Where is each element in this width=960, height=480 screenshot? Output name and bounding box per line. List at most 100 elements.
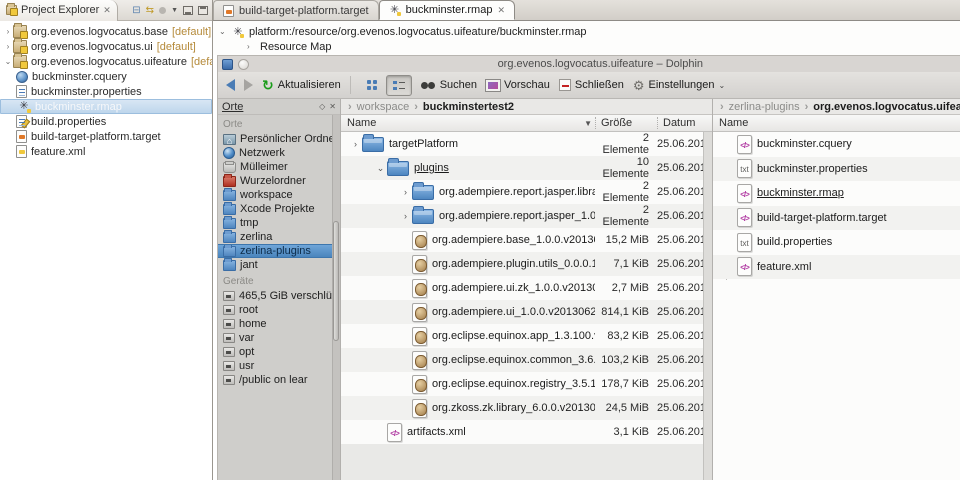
vertical-scrollbar[interactable] (703, 132, 712, 480)
tree-item-properties[interactable]: buckminster.properties (0, 84, 212, 99)
close-icon[interactable]: ✕ (497, 5, 505, 16)
outline-root-row[interactable]: ⌄ ✳ platform:/resource/org.evenos.logvoc… (213, 24, 960, 39)
place-xcode[interactable]: Xcode Projekte (218, 202, 340, 216)
tree-item-build-properties[interactable]: build.properties (0, 114, 212, 129)
close-icon[interactable]: ✕ (103, 5, 111, 16)
breadcrumb-current[interactable]: buckminstertest2 (423, 101, 514, 113)
device-opt[interactable]: opt (218, 345, 340, 359)
column-size[interactable]: Größe (595, 117, 657, 129)
tree-item-ui[interactable]: › org.evenos.logvocatus.ui [default] (0, 39, 212, 54)
expander-icon[interactable]: › (247, 42, 255, 51)
place-tmp[interactable]: tmp (218, 216, 340, 230)
outline-child-row[interactable]: › Resource Map (213, 39, 960, 54)
file-row[interactable]: org.eclipse.equinox.common_3.6.0.v2... 1… (341, 348, 712, 372)
link-with-editor-icon[interactable]: ⇆ (146, 5, 154, 16)
file-row[interactable]: org.adempiere.ui_1.0.0.v20130625-11... 8… (341, 300, 712, 324)
place-network[interactable]: Netzwerk (218, 146, 340, 160)
file-size: 15,2 MiB (595, 234, 657, 246)
file-row[interactable]: org.zkoss.zk.library_6.0.0.v20130625-...… (341, 396, 712, 420)
refresh-button[interactable]: ↻ Aktualisieren (262, 78, 341, 92)
rmap-editor-outline: ⌄ ✳ platform:/resource/org.evenos.logvoc… (213, 21, 960, 55)
tree-item-rmap-selected[interactable]: ✳ buckminster.rmap (0, 99, 212, 114)
places-scrollbar[interactable] (332, 115, 340, 480)
search-button[interactable]: Suchen (421, 79, 477, 91)
tree-item-base[interactable]: › org.evenos.logvocatus.base [default] (0, 24, 212, 39)
device-encrypted[interactable]: 465,5 GiB verschlüsselter C (218, 289, 340, 303)
file-row-target[interactable]: build-target-platform.target (713, 206, 960, 231)
place-trash[interactable]: Mülleimer (218, 160, 340, 174)
device-home[interactable]: home (218, 317, 340, 331)
xml-icon (16, 145, 27, 158)
place-root-folder[interactable]: Wurzelordner (218, 174, 340, 188)
place-home[interactable]: Persönlicher Ordner (218, 132, 340, 146)
file-row-feature-xml[interactable]: feature.xml (713, 255, 960, 280)
tree-item-target[interactable]: build-target-platform.target (0, 129, 212, 144)
place-workspace[interactable]: workspace (218, 188, 340, 202)
forward-icon[interactable] (244, 79, 253, 91)
project-explorer-tab[interactable]: Project Explorer ✕ (0, 0, 118, 21)
tree-item-feature-xml[interactable]: feature.xml (0, 144, 212, 159)
breadcrumb-workspace[interactable]: workspace (357, 101, 410, 113)
breadcrumb-current[interactable]: org.evenos.logvocatus.uifeature (813, 101, 960, 113)
file-row[interactable]: org.eclipse.equinox.registry_3.5.101.R..… (341, 372, 712, 396)
preview-label: Vorschau (504, 79, 550, 91)
minimize-icon[interactable] (183, 6, 193, 15)
file-row-plugins[interactable]: ⌄ plugins 10 Elemente 25.06.2013 1 (341, 156, 712, 180)
target-icon (16, 130, 27, 143)
device-public-lear[interactable]: /public on lear (218, 373, 340, 387)
column-name[interactable]: Name▼ (341, 117, 595, 129)
item-label: buckminster.cquery (32, 71, 127, 83)
collapse-all-icon[interactable]: ⊟ (132, 5, 140, 16)
close-panel-icon[interactable]: ✕ (329, 102, 336, 111)
expander-icon[interactable]: ⌄ (374, 163, 387, 174)
tree-item-uifeature[interactable]: ⌄ org.evenos.logvocatus.uifeature [defau… (0, 54, 212, 69)
device-var[interactable]: var (218, 331, 340, 345)
expander-icon[interactable]: ⌄ (3, 57, 13, 66)
details-view-button[interactable] (386, 75, 412, 96)
item-decoration: [default] (172, 26, 211, 38)
settings-button[interactable]: ⚙ Einstellungen ⌄ (633, 79, 725, 92)
expander-icon[interactable]: › (349, 139, 362, 149)
breadcrumb-zerlina-plugins[interactable]: zerlina-plugins (729, 101, 800, 113)
file-row-cquery[interactable]: buckminster.cquery (713, 132, 960, 157)
column-name[interactable]: Name (713, 117, 960, 129)
icon-view-button[interactable] (360, 75, 386, 96)
file-row[interactable]: org.eclipse.equinox.app_1.3.100.v201... … (341, 324, 712, 348)
sort-descending-icon: ▼ (584, 119, 592, 128)
file-row[interactable]: org.adempiere.ui.zk_1.0.0.v20130625-... … (341, 276, 712, 300)
place-jant[interactable]: jant (218, 258, 340, 272)
file-row[interactable]: › org.adempiere.report.jasper_1.0.0.v2..… (341, 204, 712, 228)
file-row[interactable]: org.adempiere.plugin.utils_0.0.0.1.jar 7… (341, 252, 712, 276)
device-usr[interactable]: usr (218, 359, 340, 373)
back-icon[interactable] (226, 79, 235, 91)
expander-icon[interactable]: › (399, 211, 412, 221)
place-zerlina-plugins-selected[interactable]: zerlina-plugins (218, 244, 340, 258)
place-zerlina[interactable]: zerlina (218, 230, 340, 244)
editor-tab-target[interactable]: build-target-platform.target (213, 0, 379, 20)
file-row-artifacts[interactable]: artifacts.xml 3,1 KiB 25.06.2013 1 (341, 420, 712, 444)
expander-icon[interactable]: ⌄ (219, 27, 227, 36)
preview-button[interactable]: Vorschau (486, 79, 550, 91)
dropdown-menu-icon[interactable]: ▼ (171, 7, 178, 14)
file-row-rmap[interactable]: buckminster.rmap (713, 181, 960, 206)
expander-icon[interactable]: › (3, 27, 13, 36)
float-panel-icon[interactable]: ◇ (319, 102, 325, 111)
file-row[interactable]: org.adempiere.base_1.0.0.v20130625-... 1… (341, 228, 712, 252)
tree-item-cquery[interactable]: buckminster.cquery (0, 69, 212, 84)
expander-icon[interactable]: › (399, 187, 412, 197)
item-label: buckminster.properties (31, 86, 142, 98)
file-name: plugins (414, 162, 595, 174)
maximize-icon[interactable] (198, 6, 208, 15)
scrollbar-thumb[interactable] (333, 221, 339, 341)
expander-icon[interactable]: › (3, 42, 13, 51)
editor-tab-rmap[interactable]: ✳ buckminster.rmap ✕ (379, 0, 515, 20)
file-row[interactable]: › org.adempiere.report.jasper.library_1.… (341, 180, 712, 204)
close-split-button[interactable]: Schließen (559, 79, 624, 91)
view-title: Project Explorer (21, 4, 99, 16)
file-row-build-properties[interactable]: build.properties (713, 230, 960, 255)
file-row-targetplatform[interactable]: › targetPlatform 2 Elemente 25.06.2013 1 (341, 132, 712, 156)
view-menu-icon[interactable] (159, 7, 166, 14)
file-row-buckminster-properties[interactable]: buckminster.properties (713, 157, 960, 182)
device-root[interactable]: root (218, 303, 340, 317)
column-date[interactable]: Datum (657, 117, 712, 129)
